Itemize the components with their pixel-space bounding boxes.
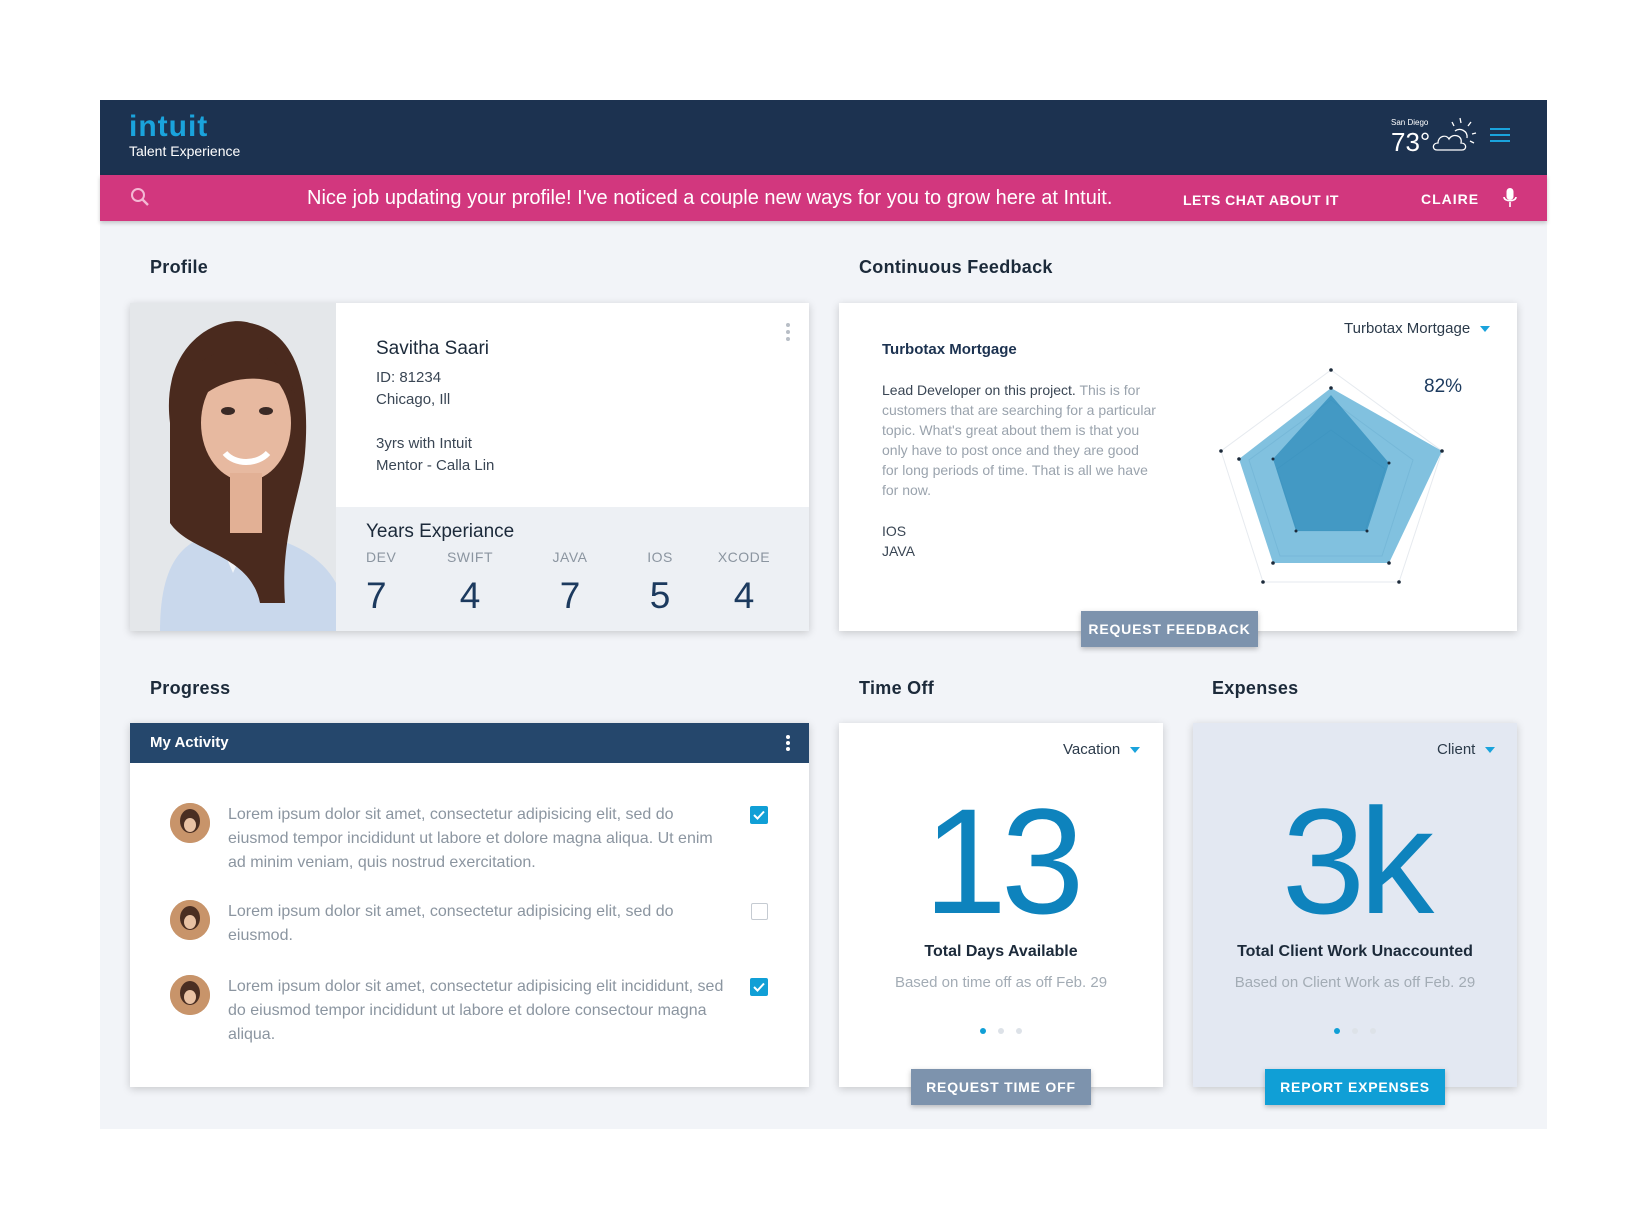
experience-item: IOS 5 <box>620 549 700 617</box>
feedback-card: Turbotax Mortgage Turbotax Mortgage Lead… <box>839 303 1517 631</box>
app-subtitle: Talent Experience <box>129 143 241 159</box>
days-available-label: Total Days Available <box>924 943 1078 960</box>
assistant-name: CLAIRE <box>1421 191 1480 207</box>
pagination-dot[interactable] <box>1352 1028 1358 1034</box>
timeoff-note: Based on time off as off Feb. 29 <box>894 974 1108 991</box>
profile-photo <box>130 303 336 631</box>
timeoff-card: Vacation 13 Total Days Available Based o… <box>839 723 1163 1087</box>
microphone-icon[interactable] <box>1502 187 1518 209</box>
pagination-dot[interactable] <box>1016 1028 1022 1034</box>
chevron-down-icon <box>1480 326 1491 333</box>
experience-label: IOS <box>647 549 673 565</box>
avatar <box>170 900 210 940</box>
weather-temperature: 73° <box>1391 127 1431 157</box>
profile-card: Savitha Saari ID: 81234 Chicago, Ill 3yr… <box>130 303 809 631</box>
profile-location: Chicago, Ill <box>376 391 451 408</box>
activity-text: Lorem ipsum dolor sit amet, consectetur … <box>228 978 724 1043</box>
expenses-section-title: Expenses <box>1212 678 1299 698</box>
project-dropdown-value: Turbotax Mortgage <box>1344 320 1471 337</box>
progress-section-title: Progress <box>150 678 231 698</box>
profile-more-menu[interactable] <box>786 323 790 344</box>
unaccounted-work-value: 3k <box>1281 777 1434 945</box>
weather-city: San Diego <box>1391 118 1429 127</box>
expense-type-dropdown[interactable]: Client <box>1437 741 1496 758</box>
experience-value: 5 <box>649 575 671 616</box>
pagination-dot[interactable] <box>1370 1028 1376 1034</box>
experience-label: DEV <box>366 549 397 565</box>
timeoff-type-dropdown[interactable]: Vacation <box>1063 741 1141 758</box>
experience-item: JAVA 7 <box>530 549 610 617</box>
activity-text: Lorem ipsum dolor sit amet, consectetur … <box>228 806 713 871</box>
hamburger-menu-icon[interactable] <box>1490 127 1510 143</box>
skill-tag: IOS <box>882 523 907 539</box>
lets-chat-link[interactable]: LETS CHAT ABOUT IT <box>1183 192 1339 208</box>
request-feedback-button[interactable]: REQUEST FEEDBACK <box>1081 611 1258 647</box>
activity-checkbox-checked[interactable] <box>750 978 768 996</box>
expenses-pagination[interactable] <box>1193 1021 1517 1039</box>
expenses-card: Client 3k Total Client Work Unaccounted … <box>1193 723 1517 1087</box>
unaccounted-work-label: Total Client Work Unaccounted <box>1237 943 1473 960</box>
experience-value: 7 <box>559 575 581 616</box>
profile-id: ID: 81234 <box>376 369 442 386</box>
project-title: Turbotax Mortgage <box>882 341 1017 358</box>
timeoff-pagination[interactable] <box>839 1021 1163 1039</box>
activity-title: My Activity <box>150 734 229 751</box>
expense-type-value: Client <box>1437 741 1476 758</box>
chevron-down-icon <box>1130 747 1141 754</box>
avatar <box>170 975 210 1015</box>
assistant-alert-bar: Nice job updating your profile! I've not… <box>100 175 1547 221</box>
app-window: intuit Talent Experience San Diego 73° N… <box>100 100 1547 1129</box>
timeoff-type-value: Vacation <box>1063 741 1121 758</box>
experience-value: 4 <box>459 575 481 616</box>
pagination-dot-active[interactable] <box>1334 1028 1340 1034</box>
chevron-down-icon <box>1485 747 1496 754</box>
intuit-logo[interactable]: intuit <box>129 110 208 144</box>
days-available-value: 13 <box>923 777 1085 945</box>
pagination-dot-active[interactable] <box>980 1028 986 1034</box>
experience-value: 4 <box>733 575 755 616</box>
activity-header: My Activity <box>130 723 809 763</box>
profile-section-title: Profile <box>150 257 209 277</box>
activity-text: Lorem ipsum dolor sit amet, consectetur … <box>228 903 674 944</box>
profile-tenure: 3yrs with Intuit <box>376 435 472 452</box>
activity-checkbox-checked[interactable] <box>750 806 768 824</box>
search-icon[interactable] <box>130 187 150 207</box>
expenses-note: Based on Client Work as off Feb. 29 <box>1234 974 1476 991</box>
cloudy-sun-icon <box>1432 117 1477 151</box>
report-expenses-button[interactable]: REPORT EXPENSES <box>1265 1069 1445 1105</box>
project-description-text: This is for customers that are searching… <box>882 382 1156 498</box>
profile-mentor: Mentor - Calla Lin <box>376 457 495 474</box>
project-dropdown[interactable]: Turbotax Mortgage <box>1344 320 1491 337</box>
experience-title: Years Experiance <box>366 521 515 542</box>
experience-item: XCODE 4 <box>704 549 784 617</box>
experience-label: JAVA <box>552 549 588 565</box>
skills-radar-chart <box>1219 368 1444 584</box>
feedback-section-title: Continuous Feedback <box>859 257 1053 277</box>
project-role: Lead Developer on this project. <box>882 382 1076 398</box>
experience-item: SWIFT 4 <box>430 549 510 617</box>
experience-label: SWIFT <box>446 549 494 565</box>
experience-label: XCODE <box>717 549 771 565</box>
pagination-dot[interactable] <box>998 1028 1004 1034</box>
request-time-off-button[interactable]: REQUEST TIME OFF <box>911 1069 1091 1105</box>
activity-checkbox-unchecked[interactable] <box>751 903 768 920</box>
skill-tag: JAVA <box>882 543 915 559</box>
activity-more-menu[interactable] <box>786 735 790 753</box>
timeoff-section-title: Time Off <box>859 678 935 698</box>
avatar <box>170 803 210 843</box>
experience-item: DEV 7 <box>338 549 426 617</box>
alert-message: Nice job updating your profile! I've not… <box>307 187 1113 209</box>
profile-name: Savitha Saari <box>376 338 490 359</box>
project-description: Lead Developer on this project. This is … <box>882 380 1157 500</box>
years-experience-panel: Years Experiance DEV 7 SWIFT 4 JAVA 7 IO… <box>336 507 809 631</box>
activity-card: My Activity Lorem ipsum dolor sit amet, … <box>130 723 809 1087</box>
top-bar: intuit Talent Experience San Diego 73° <box>100 100 1547 175</box>
experience-value: 7 <box>366 575 387 616</box>
